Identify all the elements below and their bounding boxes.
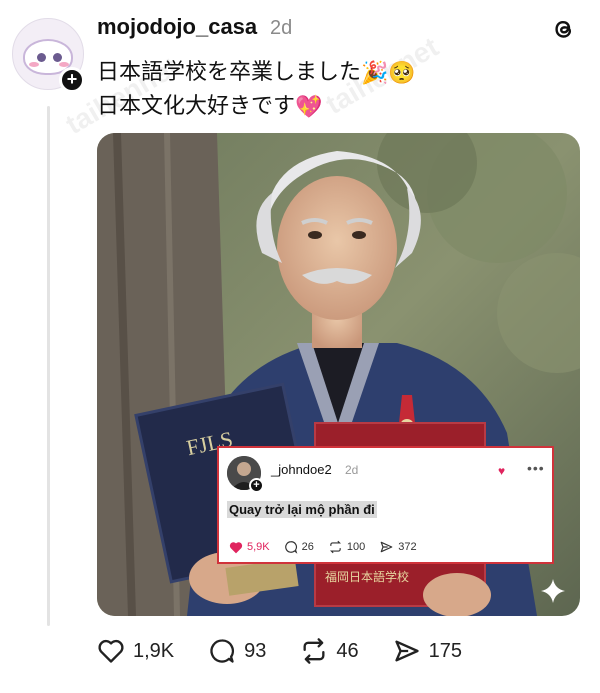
thread-line	[47, 106, 50, 626]
comment-like-count: 5,9K	[247, 541, 270, 553]
comment-text: Quay trở lại mộ phần đi	[227, 501, 377, 518]
reply-count: 93	[244, 639, 267, 662]
username[interactable]: mojodojo_casa	[97, 14, 257, 40]
threads-logo-icon[interactable]	[548, 14, 578, 44]
repost-count: 46	[336, 639, 359, 662]
heart-icon	[98, 639, 124, 663]
party-emoji: 🎉🥺	[361, 60, 416, 86]
like-button[interactable]: 1,9K	[97, 637, 174, 665]
follow-plus-icon[interactable]: +	[59, 67, 85, 93]
repost-icon	[303, 638, 325, 664]
comment-more-icon[interactable]: •••	[527, 460, 545, 476]
repost-icon	[329, 540, 341, 554]
reply-button[interactable]: 93	[208, 637, 266, 665]
embedded-comment-card[interactable]: + _johndoe2 2d ♥ ••• Quay trở lại mộ phầ…	[217, 446, 554, 564]
share-icon	[380, 541, 393, 553]
comment-share[interactable]: 372	[379, 540, 417, 554]
comment-reply-count: 26	[301, 541, 314, 553]
like-count: 1,9K	[133, 639, 175, 662]
comment-share-count: 372	[398, 541, 417, 553]
heart-filled-icon	[229, 541, 243, 553]
post-text-1: 日本語学校を卒業しました	[97, 60, 362, 85]
avatar-cheek	[29, 62, 39, 67]
avatar-eye	[53, 53, 62, 62]
send-icon	[394, 640, 419, 662]
avatar-eye	[37, 53, 46, 62]
comment-stats: 5,9K 26 100 372	[229, 540, 417, 554]
repost-button[interactable]: 46	[300, 637, 359, 665]
comment-icon	[210, 639, 235, 663]
sparkle-icon	[541, 579, 565, 603]
avatar-cheek	[59, 62, 69, 67]
heart-emoji: 💖	[295, 94, 323, 120]
comment-repost[interactable]: 100	[328, 540, 365, 554]
book-label-right: 福岡日本語学校	[325, 569, 409, 584]
action-bar: 1,9K 93 46 175	[97, 637, 496, 665]
comment-time: 2d	[345, 463, 359, 477]
post-time: 2d	[270, 17, 293, 39]
comment-follow-plus-icon[interactable]: +	[249, 478, 264, 493]
comment-like[interactable]: 5,9K	[229, 541, 270, 554]
post-text-line1: 日本語学校を卒業しました🎉🥺	[97, 54, 416, 86]
comment-reply[interactable]: 26	[284, 540, 314, 554]
comment-repost-count: 100	[346, 541, 366, 553]
post-text-2: 日本文化大好きです	[97, 94, 296, 119]
comment-reaction-heart-icon: ♥	[498, 464, 506, 478]
share-count: 175	[428, 639, 463, 662]
share-button[interactable]: 175	[393, 637, 462, 665]
comment-username[interactable]: _johndoe2	[271, 462, 332, 477]
post-text-line2: 日本文化大好きです💖	[97, 88, 322, 120]
reply-icon	[284, 541, 297, 554]
